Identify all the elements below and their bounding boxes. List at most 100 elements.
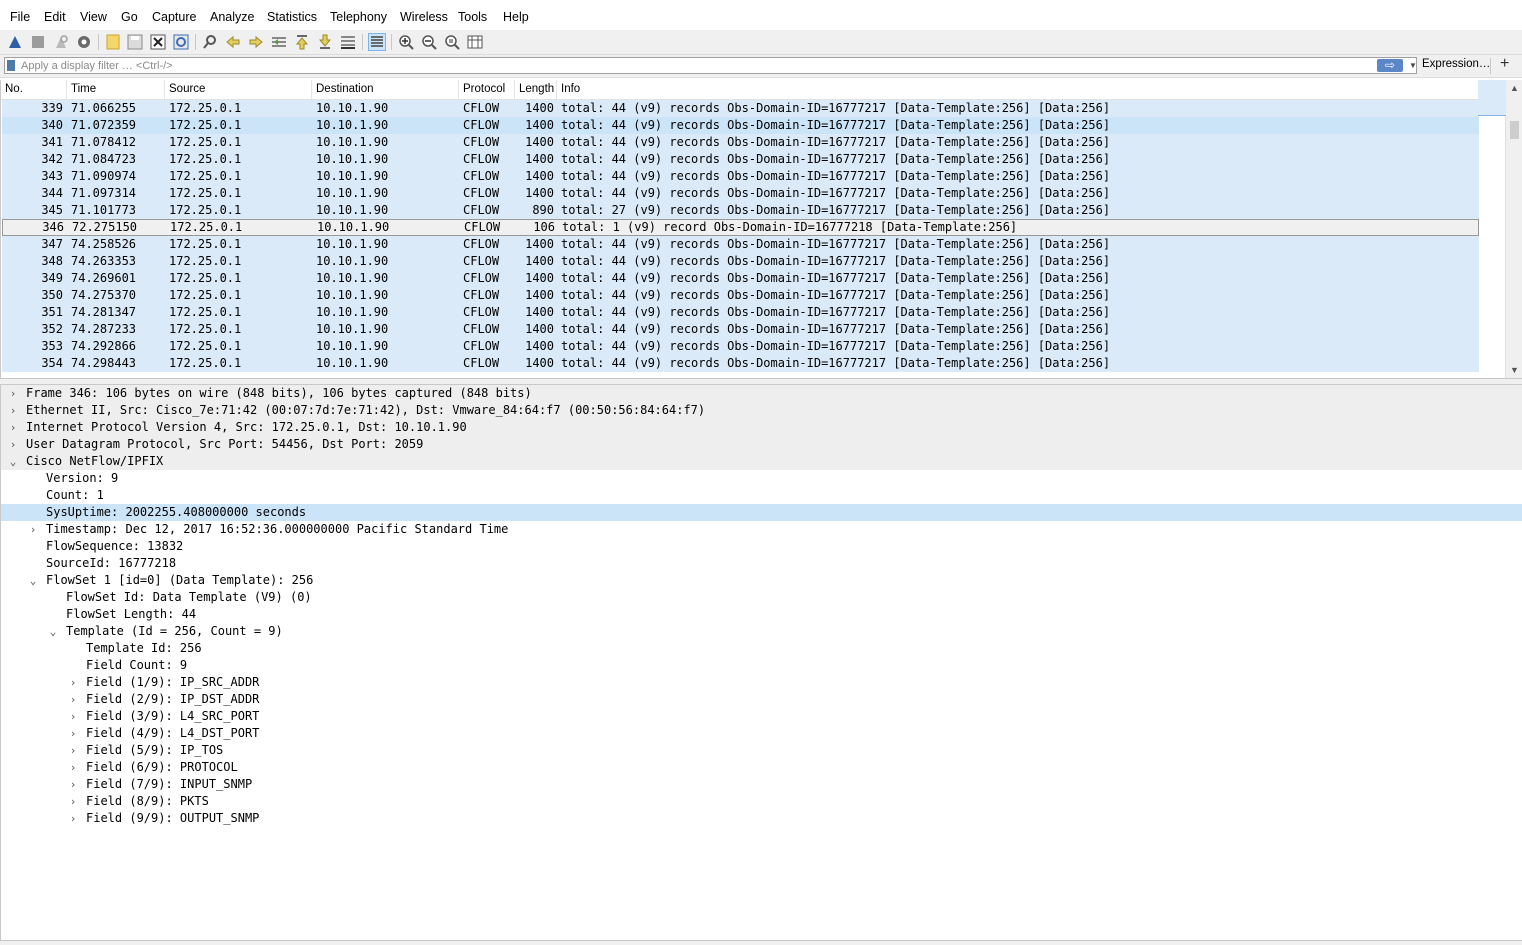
column-header-source[interactable]: Source <box>165 80 312 99</box>
detail-tree-item[interactable]: › Field (9/9): OUTPUT_SNMP <box>1 810 1522 827</box>
options-gear-icon[interactable] <box>75 33 93 51</box>
detail-tree-item[interactable]: › Field (1/9): IP_SRC_ADDR <box>1 674 1522 691</box>
display-filter-input[interactable] <box>21 58 1361 73</box>
detail-tree-item[interactable]: › Field (7/9): INPUT_SNMP <box>1 776 1522 793</box>
stop-icon[interactable] <box>29 33 47 51</box>
detail-tree-item[interactable]: Field Count: 9 <box>1 657 1522 674</box>
scroll-thumb[interactable] <box>1510 121 1519 139</box>
packet-row[interactable]: 346 72.275150 172.25.0.1 10.10.1.90 CFLOW 106… <box>2 219 1479 236</box>
colorize-icon[interactable] <box>368 33 386 51</box>
detail-tree-item[interactable]: Count: 1 <box>1 487 1522 504</box>
close-file-icon[interactable] <box>149 33 167 51</box>
expression-button[interactable]: Expression… <box>1422 58 1490 70</box>
detail-tree-item[interactable]: › Field (5/9): IP_TOS <box>1 742 1522 759</box>
chevron-right-icon[interactable]: › <box>67 810 79 827</box>
detail-tree-item[interactable]: ⌄ FlowSet 1 [id=0] (Data Template): 256 <box>1 572 1522 589</box>
menu-edit[interactable]: Edit <box>44 10 66 24</box>
detail-tree-item[interactable]: › Field (4/9): L4_DST_PORT <box>1 725 1522 742</box>
menu-file[interactable]: File <box>10 10 30 24</box>
column-header-info[interactable]: Info <box>557 80 1477 99</box>
detail-tree-item[interactable]: FlowSet Length: 44 <box>1 606 1522 623</box>
detail-tree-item[interactable]: › Ethernet II, Src: Cisco_7e:71:42 (00:07… <box>1 402 1522 419</box>
resize-columns-icon[interactable] <box>466 33 484 51</box>
pane-splitter[interactable] <box>0 378 1522 385</box>
chevron-right-icon[interactable]: › <box>7 419 19 436</box>
first-packet-icon[interactable] <box>293 33 311 51</box>
detail-tree-item[interactable]: ⌄ Template (Id = 256, Count = 9) <box>1 623 1522 640</box>
back-arrow-icon[interactable] <box>224 33 242 51</box>
packet-row[interactable]: 339 71.066255 172.25.0.1 10.10.1.90 CFLOW 140… <box>2 100 1479 117</box>
detail-tree-item[interactable]: › Field (8/9): PKTS <box>1 793 1522 810</box>
packet-row[interactable]: 348 74.263353 172.25.0.1 10.10.1.90 CFLOW 140… <box>2 253 1479 270</box>
menu-view[interactable]: View <box>80 10 107 24</box>
menu-tools[interactable]: Tools <box>458 10 487 24</box>
packet-row[interactable]: 340 71.072359 172.25.0.1 10.10.1.90 CFLOW 140… <box>2 117 1479 134</box>
packet-row[interactable]: 349 74.269601 172.25.0.1 10.10.1.90 CFLOW 140… <box>2 270 1479 287</box>
packet-row[interactable]: 353 74.292866 172.25.0.1 10.10.1.90 CFLOW 140… <box>2 338 1479 355</box>
menu-statistics[interactable]: Statistics <box>267 10 317 24</box>
detail-tree-item[interactable]: Template Id: 256 <box>1 640 1522 657</box>
packet-row[interactable]: 350 74.275370 172.25.0.1 10.10.1.90 CFLOW 140… <box>2 287 1479 304</box>
auto-scroll-icon[interactable] <box>339 33 357 51</box>
chevron-right-icon[interactable]: › <box>67 742 79 759</box>
packet-row[interactable]: 354 74.298443 172.25.0.1 10.10.1.90 CFLOW 140… <box>2 355 1479 372</box>
menu-wireless[interactable]: Wireless <box>400 10 448 24</box>
packet-row[interactable]: 341 71.078412 172.25.0.1 10.10.1.90 CFLOW 140… <box>2 134 1479 151</box>
packet-row[interactable]: 345 71.101773 172.25.0.1 10.10.1.90 CFLOW 890… <box>2 202 1479 219</box>
detail-tree-item[interactable]: › Field (3/9): L4_SRC_PORT <box>1 708 1522 725</box>
menu-go[interactable]: Go <box>121 10 138 24</box>
column-header-time[interactable]: Time <box>67 80 165 99</box>
column-header-no[interactable]: No. <box>1 80 67 99</box>
save-file-icon[interactable] <box>126 33 144 51</box>
chevron-right-icon[interactable]: › <box>67 725 79 742</box>
column-header-protocol[interactable]: Protocol <box>459 80 515 99</box>
detail-tree-item[interactable]: SysUptime: 2002255.408000000 seconds <box>1 504 1522 521</box>
menu-analyze[interactable]: Analyze <box>210 10 254 24</box>
chevron-right-icon[interactable]: › <box>67 708 79 725</box>
detail-tree-item[interactable]: FlowSet Id: Data Template (V9) (0) <box>1 589 1522 606</box>
find-icon[interactable] <box>201 33 219 51</box>
normal-size-icon[interactable] <box>443 33 461 51</box>
packet-list-scrollbar[interactable]: ▲ ▼ <box>1478 80 1522 378</box>
chevron-right-icon[interactable]: › <box>67 776 79 793</box>
detail-tree-item[interactable]: › Timestamp: Dec 12, 2017 16:52:36.000000… <box>1 521 1522 538</box>
chevron-right-icon[interactable]: › <box>27 521 39 538</box>
column-header-length[interactable]: Length <box>515 80 557 99</box>
menu-help[interactable]: Help <box>503 10 529 24</box>
chevron-down-icon[interactable]: ⌄ <box>47 623 59 640</box>
packet-row[interactable]: 352 74.287233 172.25.0.1 10.10.1.90 CFLOW 140… <box>2 321 1479 338</box>
packet-row[interactable]: 342 71.084723 172.25.0.1 10.10.1.90 CFLOW 140… <box>2 151 1479 168</box>
packet-row[interactable]: 351 74.281347 172.25.0.1 10.10.1.90 CFLOW 140… <box>2 304 1479 321</box>
zoom-out-icon[interactable] <box>420 33 438 51</box>
detail-tree-item[interactable]: › Frame 346: 106 bytes on wire (848 bits)… <box>1 385 1522 402</box>
go-to-packet-icon[interactable] <box>270 33 288 51</box>
chevron-right-icon[interactable]: › <box>7 402 19 419</box>
chevron-down-icon[interactable]: ⌄ <box>27 572 39 589</box>
menu-telephony[interactable]: Telephony <box>330 10 387 24</box>
apply-filter-arrow-icon[interactable]: ⇨ <box>1377 59 1403 72</box>
detail-tree-item[interactable]: › User Datagram Protocol, Src Port: 54456… <box>1 436 1522 453</box>
restart-icon[interactable] <box>52 33 70 51</box>
bookmark-icon[interactable] <box>7 60 15 71</box>
detail-tree-item[interactable]: SourceId: 16777218 <box>1 555 1522 572</box>
packet-row[interactable]: 344 71.097314 172.25.0.1 10.10.1.90 CFLOW 140… <box>2 185 1479 202</box>
detail-tree-item[interactable]: FlowSequence: 13832 <box>1 538 1522 555</box>
reload-icon[interactable] <box>172 33 190 51</box>
detail-tree-item[interactable]: › Field (6/9): PROTOCOL <box>1 759 1522 776</box>
detail-tree-item[interactable]: › Internet Protocol Version 4, Src: 172.2… <box>1 419 1522 436</box>
chevron-down-icon[interactable]: ▼ <box>1407 58 1419 73</box>
last-packet-icon[interactable] <box>316 33 334 51</box>
chevron-right-icon[interactable]: › <box>7 385 19 402</box>
chevron-right-icon[interactable]: › <box>67 759 79 776</box>
detail-tree-item[interactable]: ⌄ Cisco NetFlow/IPFIX <box>1 453 1522 470</box>
packet-row[interactable]: 343 71.090974 172.25.0.1 10.10.1.90 CFLOW 140… <box>2 168 1479 185</box>
zoom-in-icon[interactable] <box>397 33 415 51</box>
chevron-right-icon[interactable]: › <box>67 793 79 810</box>
scroll-down-icon[interactable]: ▼ <box>1506 362 1522 378</box>
open-file-icon[interactable] <box>104 33 122 51</box>
detail-tree-item[interactable]: Version: 9 <box>1 470 1522 487</box>
detail-tree-item[interactable]: › Field (2/9): IP_DST_ADDR <box>1 691 1522 708</box>
chevron-down-icon[interactable]: ⌄ <box>7 453 19 470</box>
forward-arrow-icon[interactable] <box>247 33 265 51</box>
packet-row[interactable]: 347 74.258526 172.25.0.1 10.10.1.90 CFLOW 140… <box>2 236 1479 253</box>
